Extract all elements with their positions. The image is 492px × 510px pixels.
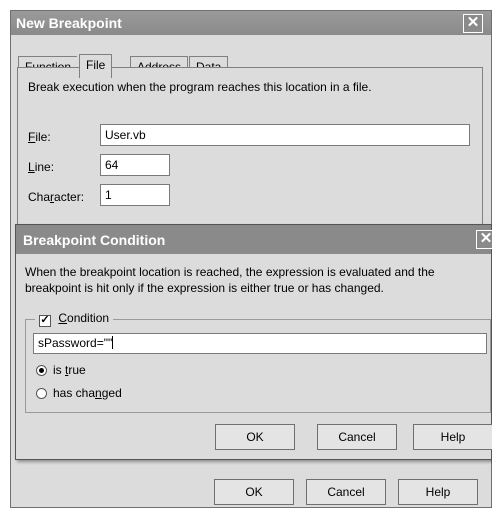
character-label: Character: bbox=[28, 190, 84, 204]
cancel-button[interactable]: Cancel bbox=[306, 479, 386, 505]
dialog-title: Breakpoint Condition bbox=[23, 232, 166, 248]
line-label: Line: bbox=[28, 160, 55, 174]
line-field[interactable]: 64 bbox=[100, 154, 170, 176]
breakpoint-condition-dialog: Breakpoint Condition ✕ When the breakpoi… bbox=[15, 224, 492, 460]
condition-help-button[interactable]: Help bbox=[413, 424, 492, 450]
condition-checkbox[interactable]: ✓ bbox=[39, 315, 51, 327]
condition-expression-input[interactable]: sPassword="" bbox=[33, 333, 487, 354]
character-label-text: Character: bbox=[28, 190, 85, 204]
close-icon[interactable]: ✕ bbox=[476, 230, 492, 249]
is-true-radio[interactable] bbox=[36, 365, 47, 376]
condition-expression-value: sPassword="" bbox=[38, 336, 113, 350]
help-button[interactable]: Help bbox=[398, 479, 478, 505]
ok-button[interactable]: OK bbox=[214, 479, 294, 505]
file-field[interactable]: User.vb bbox=[100, 124, 470, 146]
new-breakpoint-titlebar: New Breakpoint ✕ bbox=[11, 11, 491, 35]
has-changed-radio[interactable] bbox=[36, 388, 47, 399]
breakpoint-condition-titlebar: Breakpoint Condition ✕ bbox=[16, 225, 492, 254]
close-icon[interactable]: ✕ bbox=[463, 14, 483, 33]
condition-label-text: ondition bbox=[67, 311, 110, 325]
line-label-text: ine: bbox=[34, 160, 55, 174]
file-label: File: bbox=[28, 130, 51, 144]
has-changed-label: has changed bbox=[53, 386, 122, 400]
condition-description-line2: breakpoint is hit only if the expression… bbox=[25, 281, 384, 295]
condition-description-line1: When the breakpoint location is reached,… bbox=[25, 265, 435, 279]
condition-label: Condition bbox=[58, 311, 110, 325]
file-tab-description: Break execution when the program reaches… bbox=[28, 80, 372, 94]
character-field[interactable]: 1 bbox=[100, 184, 170, 206]
file-label-text: ile: bbox=[35, 130, 51, 144]
is-true-label: is true bbox=[53, 363, 86, 377]
condition-group-legend: ✓ Condition bbox=[35, 311, 114, 327]
condition-ok-button[interactable]: OK bbox=[215, 424, 295, 450]
condition-cancel-button[interactable]: Cancel bbox=[317, 424, 397, 450]
tab-file[interactable]: File bbox=[79, 54, 113, 78]
window-title: New Breakpoint bbox=[16, 15, 122, 31]
radio-selected-dot bbox=[39, 368, 44, 373]
text-cursor bbox=[112, 336, 114, 349]
